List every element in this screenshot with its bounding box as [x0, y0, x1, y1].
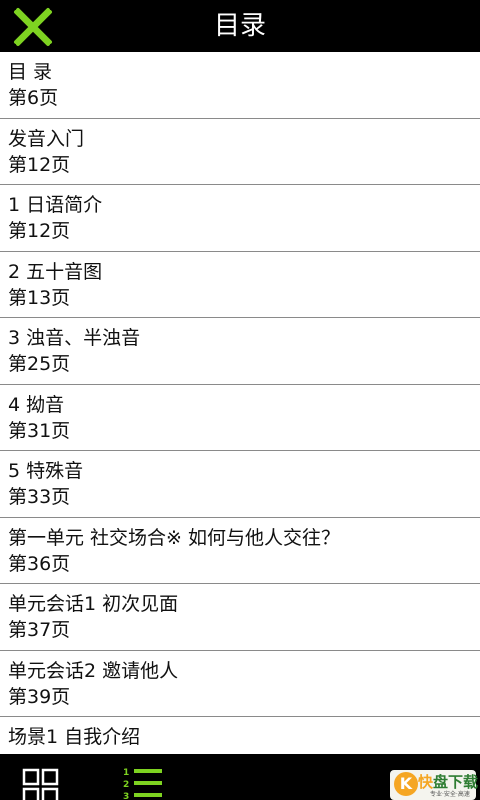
list-number-2: 2 — [123, 780, 129, 790]
toc-item-page: 第6页 — [8, 87, 59, 109]
toc-item-page: 第25页 — [8, 353, 71, 375]
toc-item-title: 第一单元 社交场合※ 如何与他人交往？ — [8, 526, 340, 549]
toc-list[interactable]: 目 录第6页 发音入门 第12页 1 日语简介 第12页 2 五十音图 第13页 3 浊音、半… — [0, 52, 480, 754]
watermark-logo: K 快盘下载 专业·安全·高速 — [390, 770, 478, 800]
watermark-k-icon: K — [394, 772, 418, 796]
toc-item[interactable]: 目 录第6页 — [0, 52, 480, 119]
toc-item-title: 单元会话2 邀请他人 — [8, 659, 179, 682]
toc-item-page: 第12页 — [8, 220, 71, 242]
header-bar: 目录 — [0, 0, 480, 52]
toc-item-title: 单元会话1 初次见面 — [8, 593, 179, 615]
toc-item-title: 4 拗音 — [8, 393, 65, 416]
close-x-icon[interactable] — [12, 6, 54, 48]
toc-item-title: 目 录 — [8, 61, 53, 83]
toc-item-page: 第12页 — [8, 153, 71, 176]
toc-item-title: 5 特殊音 — [8, 460, 84, 482]
toc-item-page: 第31页 — [8, 419, 71, 442]
toc-item-page: 第33页 — [8, 486, 71, 508]
numbered-list-icon[interactable]: 1 2 3 — [122, 766, 166, 800]
toc-item[interactable]: 5 特殊音第33页 — [0, 451, 480, 518]
toc-item[interactable]: 1 日语简介 第12页 — [0, 185, 480, 252]
page-title: 目录 — [213, 11, 266, 41]
toc-item-title: 2 五十音图 — [8, 260, 103, 283]
toc-item-title: 场景1 自我介绍 — [8, 726, 141, 748]
toc-item-page: 第37页 — [8, 619, 71, 641]
toc-item-title: 3 浊音、半浊音 — [8, 327, 141, 349]
grid-view-icon[interactable] — [22, 768, 60, 800]
toc-item-page: 第13页 — [8, 286, 71, 309]
list-number-3: 3 — [123, 792, 129, 800]
bottom-toolbar: 1 2 3 K 快盘下载 专业·安全·高速 — [0, 754, 480, 800]
toc-item[interactable]: 单元会话1 初次见面 第37页 — [0, 584, 480, 651]
toc-item[interactable]: 发音入门第12页 — [0, 119, 480, 185]
toc-item-page: 第39页 — [8, 685, 71, 708]
toc-item[interactable]: 3 浊音、半浊音 第25页 — [0, 318, 480, 385]
toc-item[interactable]: 4 拗音第31页 — [0, 385, 480, 451]
toc-item-title: 1 日语简介 — [8, 194, 103, 216]
toc-item-title: 发音入门 — [8, 127, 85, 150]
toc-item[interactable]: 单元会话2 邀请他人 第39页 — [0, 651, 480, 717]
toc-item[interactable]: 第一单元 社交场合※ 如何与他人交往？ 第36页 — [0, 518, 480, 584]
list-number-1: 1 — [123, 768, 129, 778]
toc-item-page: 第36页 — [8, 552, 71, 575]
watermark-sub: 专业·安全·高速 — [430, 791, 470, 798]
toc-item[interactable]: 2 五十音图 第13页 — [0, 252, 480, 318]
toc-item[interactable]: 场景1 自我介绍 — [0, 717, 480, 754]
